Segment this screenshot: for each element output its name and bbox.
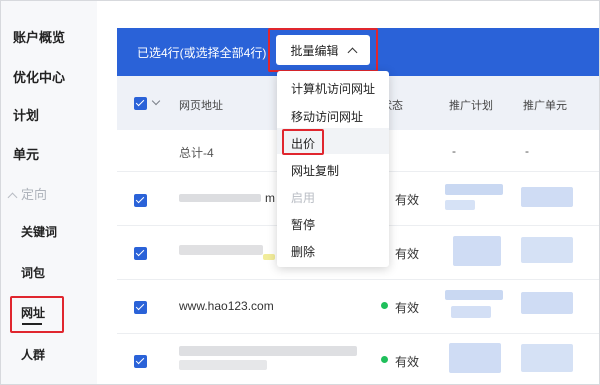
redacted-url bbox=[263, 254, 275, 260]
menu-item-pc-url[interactable]: 计算机访问网址 bbox=[291, 80, 375, 97]
row-divider bbox=[117, 279, 599, 280]
sidebar-group-label: 定向 bbox=[21, 187, 48, 202]
redacted-unit bbox=[521, 344, 573, 372]
row-checkbox[interactable] bbox=[134, 247, 147, 260]
selection-text: 已选4行(或选择全部4行) bbox=[137, 46, 267, 60]
redacted-plan bbox=[445, 290, 503, 300]
status-text: 有效 bbox=[395, 193, 420, 207]
menu-item-enable: 启用 bbox=[291, 191, 316, 205]
sidebar-item-unit[interactable]: 单元 bbox=[13, 144, 39, 163]
menu-item-mobile-url[interactable]: 移动访问网址 bbox=[291, 108, 363, 125]
menu-item-pause[interactable]: 暂停 bbox=[291, 216, 315, 233]
redacted-plan bbox=[453, 236, 501, 266]
column-header-url: 网页地址 bbox=[179, 100, 223, 112]
total-unit-dash: - bbox=[525, 144, 529, 158]
redacted-plan bbox=[445, 184, 503, 195]
redacted-unit bbox=[521, 187, 573, 207]
redacted-url bbox=[179, 245, 263, 255]
row-divider bbox=[117, 333, 599, 334]
row-checkbox[interactable] bbox=[134, 355, 147, 368]
sidebar-group-targeting[interactable]: 定向 bbox=[7, 184, 47, 203]
redacted-url bbox=[179, 360, 267, 370]
redacted-plan bbox=[449, 343, 501, 373]
row-checkbox[interactable] bbox=[134, 301, 147, 314]
status-text: 有效 bbox=[395, 355, 420, 369]
sidebar-item-optimization[interactable]: 优化中心 bbox=[13, 67, 65, 86]
menu-item-delete[interactable]: 删除 bbox=[291, 243, 315, 260]
sidebar-item-plan[interactable]: 计划 bbox=[13, 105, 39, 124]
url-text[interactable]: www.hao123.com bbox=[179, 299, 274, 313]
status-text: 有效 bbox=[395, 247, 420, 261]
sidebar-item-account-overview[interactable]: 账户概览 bbox=[13, 27, 65, 46]
status-text: 有效 bbox=[395, 301, 420, 315]
sidebar-item-keywords[interactable]: 关键词 bbox=[21, 223, 57, 240]
sidebar-item-audience[interactable]: 人群 bbox=[21, 346, 45, 363]
highlight-box-url-nav bbox=[10, 296, 64, 333]
redacted-plan bbox=[451, 306, 491, 318]
redacted-unit bbox=[521, 237, 573, 263]
url-suffix: m bbox=[265, 191, 275, 205]
redacted-url bbox=[179, 194, 261, 202]
highlight-box-bid bbox=[282, 129, 324, 155]
redacted-plan bbox=[445, 200, 475, 210]
app-frame: 账户概览 优化中心 计划 单元 定向 关键词 词包 网址 人群 已选4行(或选择… bbox=[0, 0, 600, 385]
column-header-plan: 推广计划 bbox=[449, 100, 493, 112]
menu-item-copy-url[interactable]: 网址复制 bbox=[291, 162, 339, 179]
sidebar-item-word-pack[interactable]: 词包 bbox=[21, 264, 45, 281]
column-header-unit: 推广单元 bbox=[523, 100, 567, 112]
redacted-url bbox=[179, 346, 357, 356]
row-checkbox[interactable] bbox=[134, 194, 147, 207]
batch-edit-menu: 计算机访问网址 移动访问网址 出价 网址复制 启用 暂停 删除 bbox=[277, 71, 389, 267]
total-label: 总计-4 bbox=[179, 146, 214, 160]
select-all-checkbox[interactable] bbox=[134, 97, 147, 110]
total-plan-dash: - bbox=[452, 144, 456, 158]
status-dot bbox=[381, 302, 388, 309]
status-dot bbox=[381, 356, 388, 363]
redacted-unit bbox=[521, 292, 573, 314]
highlight-box-batch-edit bbox=[268, 28, 378, 72]
chevron-up-icon bbox=[7, 192, 18, 203]
